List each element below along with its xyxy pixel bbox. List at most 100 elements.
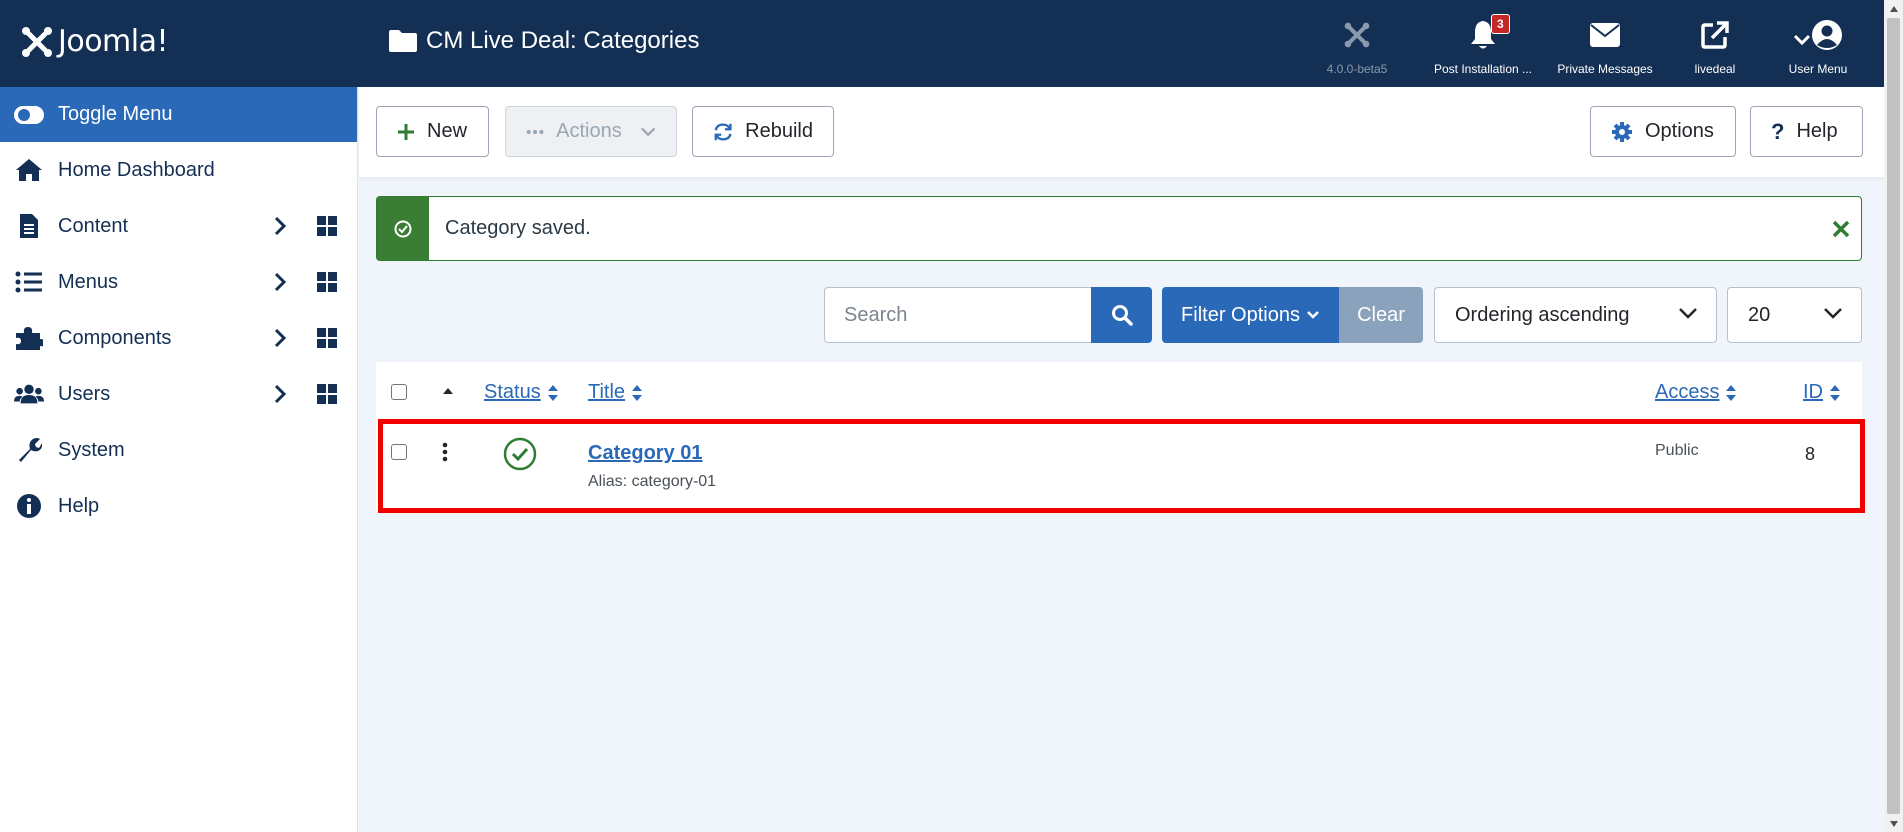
sidebar-item-toggle-menu[interactable]: Toggle Menu bbox=[0, 87, 357, 142]
ordering-select[interactable]: Ordering ascending bbox=[1434, 287, 1717, 343]
sidebar-item-content[interactable]: Content bbox=[0, 198, 357, 254]
actions-dropdown[interactable]: Actions bbox=[505, 106, 677, 157]
chevron-right-icon[interactable] bbox=[273, 216, 297, 236]
category-title-link[interactable]: Category 01 bbox=[588, 442, 716, 465]
sidebar-item-users[interactable]: Users bbox=[0, 366, 357, 422]
search-icon bbox=[1111, 305, 1133, 326]
puzzle-icon bbox=[14, 323, 44, 353]
help-label: Help bbox=[1796, 120, 1838, 142]
column-title-label: Title bbox=[588, 381, 626, 403]
version-item[interactable]: 4.0.0-beta5 bbox=[1297, 18, 1417, 76]
sort-icon bbox=[632, 384, 643, 401]
access-value: Public bbox=[1655, 442, 1699, 459]
plus-icon bbox=[398, 123, 414, 140]
private-messages-item[interactable]: Private Messages bbox=[1545, 18, 1665, 76]
sort-icon bbox=[1726, 384, 1737, 401]
column-status[interactable]: Status bbox=[484, 381, 559, 404]
limit-value: 20 bbox=[1748, 303, 1771, 326]
home-icon bbox=[14, 155, 44, 185]
livedeal-label: livedeal bbox=[1694, 62, 1736, 76]
scrollbar-thumb[interactable] bbox=[1887, 18, 1900, 814]
close-icon[interactable] bbox=[1821, 220, 1861, 238]
chevron-down-icon bbox=[1307, 311, 1319, 319]
logo-text: Joomla! bbox=[58, 24, 169, 59]
column-id[interactable]: ID bbox=[1803, 381, 1841, 404]
clear-button[interactable]: Clear bbox=[1339, 287, 1423, 343]
chevron-down-icon bbox=[1824, 308, 1842, 319]
chevron-right-icon[interactable] bbox=[273, 384, 297, 404]
dashboard-grid-icon[interactable] bbox=[317, 216, 339, 236]
help-button[interactable]: ? Help bbox=[1750, 106, 1863, 157]
sidebar-item-label: Content bbox=[58, 214, 129, 237]
page-scrollbar[interactable] bbox=[1884, 0, 1903, 832]
user-menu-label: User Menu bbox=[1788, 62, 1848, 76]
page-title: CM Live Deal: Categories bbox=[426, 27, 700, 54]
page-title-area: CM Live Deal: Categories bbox=[388, 27, 699, 55]
list-limit-select[interactable]: 20 bbox=[1727, 287, 1862, 343]
options-label: Options bbox=[1645, 120, 1714, 142]
sync-icon bbox=[714, 123, 732, 140]
chevron-right-icon[interactable] bbox=[273, 272, 297, 292]
private-messages-label: Private Messages bbox=[1557, 62, 1653, 76]
sidebar-item-menus[interactable]: Menus bbox=[0, 254, 357, 310]
actions-label: Actions bbox=[556, 120, 622, 142]
sidebar-item-home-dashboard[interactable]: Home Dashboard bbox=[0, 142, 357, 198]
sidebar: Toggle Menu Home Dashboard Content Menus… bbox=[0, 87, 358, 832]
scroll-down-arrow-icon[interactable] bbox=[1884, 815, 1903, 832]
filter-options-button[interactable]: Filter Options bbox=[1162, 287, 1339, 343]
folder-icon bbox=[389, 30, 417, 52]
column-access-label: Access bbox=[1655, 381, 1720, 403]
sort-caret-up-icon[interactable] bbox=[442, 387, 454, 395]
row-title-cell: Category 01 Alias: category-01 bbox=[588, 442, 716, 491]
sort-icon bbox=[1830, 384, 1840, 401]
chevron-down-icon bbox=[1679, 308, 1697, 319]
wrench-icon bbox=[14, 435, 44, 465]
post-installation-item[interactable]: 3 Post Installation ... bbox=[1423, 14, 1543, 76]
new-button[interactable]: New bbox=[376, 106, 489, 157]
file-icon bbox=[14, 211, 44, 241]
drag-handle-icon[interactable] bbox=[442, 442, 448, 462]
joomla-logo[interactable]: Joomla! bbox=[20, 24, 169, 59]
toolbar: New Actions Rebuild Options ? Help bbox=[359, 87, 1884, 177]
column-title[interactable]: Title bbox=[588, 381, 643, 404]
rebuild-button[interactable]: Rebuild bbox=[692, 106, 834, 157]
row-checkbox[interactable] bbox=[391, 444, 407, 460]
new-button-label: New bbox=[427, 120, 468, 142]
column-id-label: ID bbox=[1803, 381, 1823, 403]
select-all-checkbox[interactable] bbox=[391, 384, 407, 400]
dashboard-grid-icon[interactable] bbox=[317, 328, 339, 348]
livedeal-site-item[interactable]: livedeal bbox=[1655, 18, 1775, 76]
sidebar-item-system[interactable]: System bbox=[0, 422, 357, 478]
external-link-icon bbox=[1701, 21, 1729, 49]
dashboard-grid-icon[interactable] bbox=[317, 384, 339, 404]
sidebar-item-label: Toggle Menu bbox=[58, 103, 173, 125]
sidebar-item-label: Users bbox=[58, 382, 111, 405]
chevron-down-icon bbox=[1793, 34, 1811, 46]
sort-icon bbox=[547, 384, 558, 401]
dashboard-grid-icon[interactable] bbox=[317, 272, 339, 292]
user-menu-item[interactable]: User Menu bbox=[1758, 18, 1878, 76]
sidebar-item-label: Help bbox=[58, 494, 100, 517]
scroll-up-arrow-icon[interactable] bbox=[1884, 0, 1903, 17]
sidebar-item-components[interactable]: Components bbox=[0, 310, 357, 366]
search-input[interactable] bbox=[824, 287, 1092, 343]
filter-options-label: Filter Options bbox=[1181, 303, 1300, 326]
post-installation-label: Post Installation ... bbox=[1433, 62, 1533, 76]
sidebar-item-label: Home Dashboard bbox=[58, 158, 215, 181]
gear-icon bbox=[1612, 121, 1632, 142]
alert-check-icon bbox=[377, 197, 429, 260]
user-circle-icon bbox=[1812, 20, 1842, 50]
options-button[interactable]: Options bbox=[1590, 106, 1736, 157]
rebuild-label: Rebuild bbox=[745, 120, 813, 142]
alert-message: Category saved. bbox=[445, 217, 591, 239]
users-icon bbox=[14, 379, 44, 409]
sidebar-item-help[interactable]: Help bbox=[0, 478, 357, 534]
published-check-icon[interactable] bbox=[503, 437, 537, 471]
search-button[interactable] bbox=[1091, 287, 1152, 343]
chevron-right-icon[interactable] bbox=[273, 328, 297, 348]
info-icon bbox=[14, 491, 44, 521]
column-access[interactable]: Access bbox=[1655, 381, 1737, 404]
notification-badge: 3 bbox=[1491, 14, 1510, 34]
sidebar-item-label: Menus bbox=[58, 270, 119, 293]
ellipsis-icon bbox=[526, 129, 544, 134]
